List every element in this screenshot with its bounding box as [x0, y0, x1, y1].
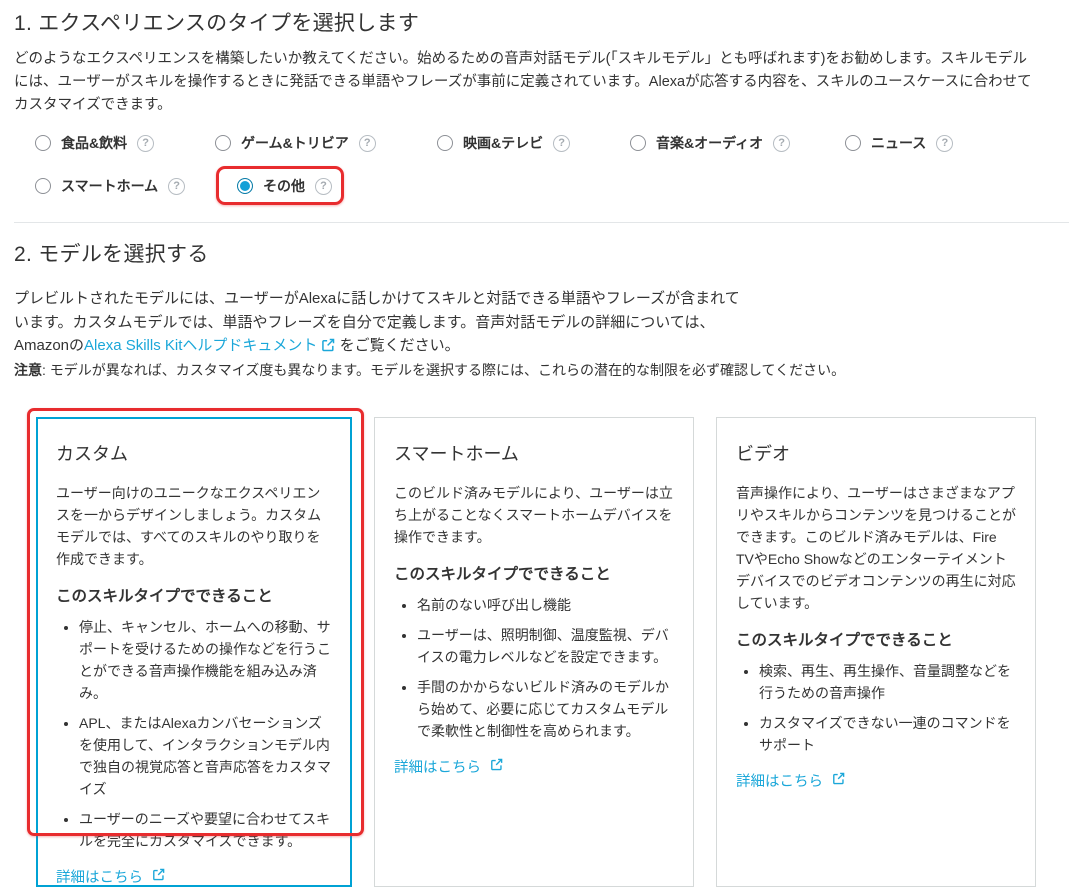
- radio-label: スマートホーム: [61, 176, 158, 196]
- link-label: Alexa Skills Kitヘルプドキュメント: [84, 337, 317, 354]
- card-bullet: 名前のない呼び出し機能: [417, 594, 674, 616]
- card-bullet: ユーザーは、照明制御、温度監視、デバイスの電力レベルなどを設定できます。: [417, 624, 674, 668]
- card-bullet: 検索、再生、再生操作、音量調整などを行うための音声操作: [759, 660, 1016, 704]
- experience-radio-row-1: 食品&飲料 ? ゲーム&トリビア ? 映画&テレビ ? 音楽&オーディオ ? ニ…: [0, 132, 1083, 154]
- card-bullet: カスタマイズできない一連のコマンドをサポート: [759, 712, 1016, 756]
- learn-more-label: 詳細はこちら: [736, 770, 823, 791]
- card-capabilities-heading: このスキルタイプでできること: [736, 628, 1016, 650]
- model-note: 注意: モデルが異なれば、カスタマイズ度も異なります。モデルを選択する際には、こ…: [14, 360, 1054, 380]
- radio-option-food-drink[interactable]: 食品&飲料 ?: [35, 132, 154, 154]
- learn-more-label: 詳細はこちら: [394, 756, 481, 777]
- card-capabilities-heading: このスキルタイプでできること: [394, 562, 674, 584]
- learn-more-label: 詳細はこちら: [56, 866, 143, 887]
- radio-label: その他: [263, 176, 305, 196]
- radio-option-other[interactable]: その他 ?: [237, 175, 332, 197]
- radio-circle[interactable]: [845, 135, 861, 151]
- model-card-video[interactable]: ビデオ 音声操作により、ユーザーはさまざまなアプリやスキルからコンテンツを見つけ…: [716, 417, 1036, 887]
- card-title: カスタム: [56, 440, 332, 466]
- card-bullet: APL、またはAlexaカンバセーションズを使用して、インタラクションモデル内で…: [79, 712, 332, 800]
- radio-label: ゲーム&トリビア: [241, 133, 349, 153]
- card-bullet: 手間のかからないビルド済みのモデルから始めて、必要に応じてカスタムモデルで柔軟性…: [417, 676, 674, 742]
- learn-more-link[interactable]: 詳細はこちら: [736, 770, 845, 791]
- radio-option-music-audio[interactable]: 音楽&オーディオ ?: [630, 132, 790, 154]
- radio-circle[interactable]: [35, 178, 51, 194]
- radio-circle[interactable]: [35, 135, 51, 151]
- radio-option-smart-home[interactable]: スマートホーム ?: [35, 175, 185, 197]
- card-title: スマートホーム: [394, 440, 674, 466]
- section-1-description: どのようなエクスペリエンスを構築したいか教えてください。始めるための音声対話モデ…: [14, 48, 1036, 117]
- help-icon[interactable]: ?: [315, 178, 332, 195]
- section-divider: [14, 222, 1069, 223]
- radio-circle[interactable]: [215, 135, 231, 151]
- radio-circle[interactable]: [437, 135, 453, 151]
- card-bullet: 停止、キャンセル、ホームへの移動、サポートを受けるための操作などを行うことができ…: [79, 616, 332, 704]
- note-text: : モデルが異なれば、カスタマイズ度も異なります。モデルを選択する際には、これら…: [42, 362, 845, 378]
- alexa-skills-kit-help-link[interactable]: Alexa Skills Kitヘルプドキュメント: [84, 337, 335, 354]
- learn-more-link[interactable]: 詳細はこちら: [56, 866, 165, 887]
- help-icon[interactable]: ?: [359, 135, 376, 152]
- radio-option-movies-tv[interactable]: 映画&テレビ ?: [437, 132, 570, 154]
- card-description: 音声操作により、ユーザーはさまざまなアプリやスキルからコンテンツを見つけることが…: [736, 482, 1016, 614]
- model-card-custom[interactable]: カスタム ユーザー向けのユニークなエクスペリエンスを一からデザインしましょう。カ…: [36, 417, 352, 887]
- external-link-icon: [321, 336, 335, 360]
- model-card-smart-home[interactable]: スマートホーム このビルド済みモデルにより、ユーザーは立ち上がることなくスマート…: [374, 417, 694, 887]
- radio-option-games-trivia[interactable]: ゲーム&トリビア ?: [215, 132, 376, 154]
- card-title: ビデオ: [736, 440, 1016, 466]
- radio-circle-selected[interactable]: [237, 178, 253, 194]
- section-1-heading: 1. エクスペリエンスのタイプを選択します: [14, 7, 419, 37]
- help-icon[interactable]: ?: [553, 135, 570, 152]
- card-bullet-list: 検索、再生、再生操作、音量調整などを行うための音声操作 カスタマイズできない一連…: [736, 660, 1016, 756]
- experience-radio-row-2: スマートホーム ? その他 ?: [0, 175, 1083, 197]
- radio-label: ニュース: [871, 133, 926, 153]
- radio-label: 音楽&オーディオ: [656, 133, 763, 153]
- card-bullet-list: 停止、キャンセル、ホームへの移動、サポートを受けるための操作などを行うことができ…: [56, 616, 332, 852]
- learn-more-link[interactable]: 詳細はこちら: [394, 756, 503, 777]
- external-link-icon: [832, 772, 845, 789]
- section-2-intro: プレビルトされたモデルには、ユーザーがAlexaに話しかけてスキルと対話できる単…: [14, 287, 751, 360]
- external-link-icon: [490, 758, 503, 775]
- intro-text-after: をご覧ください。: [335, 337, 459, 354]
- help-icon[interactable]: ?: [168, 178, 185, 195]
- help-icon[interactable]: ?: [773, 135, 790, 152]
- external-link-icon: [152, 868, 165, 885]
- radio-option-news[interactable]: ニュース ?: [845, 132, 953, 154]
- radio-circle[interactable]: [630, 135, 646, 151]
- section-2-heading: 2. モデルを選択する: [14, 238, 209, 268]
- help-icon[interactable]: ?: [137, 135, 154, 152]
- card-description: ユーザー向けのユニークなエクスペリエンスを一からデザインしましょう。カスタムモデ…: [56, 482, 332, 570]
- card-description: このビルド済みモデルにより、ユーザーは立ち上がることなくスマートホームデバイスを…: [394, 482, 674, 548]
- radio-label: 映画&テレビ: [463, 133, 543, 153]
- card-bullet-list: 名前のない呼び出し機能 ユーザーは、照明制御、温度監視、デバイスの電力レベルなど…: [394, 594, 674, 742]
- card-bullet: ユーザーのニーズや要望に合わせてスキルを完全にカスタマイズできます。: [79, 808, 332, 852]
- note-label: 注意: [14, 362, 42, 378]
- card-capabilities-heading: このスキルタイプでできること: [56, 584, 332, 606]
- radio-label: 食品&飲料: [61, 133, 127, 153]
- help-icon[interactable]: ?: [936, 135, 953, 152]
